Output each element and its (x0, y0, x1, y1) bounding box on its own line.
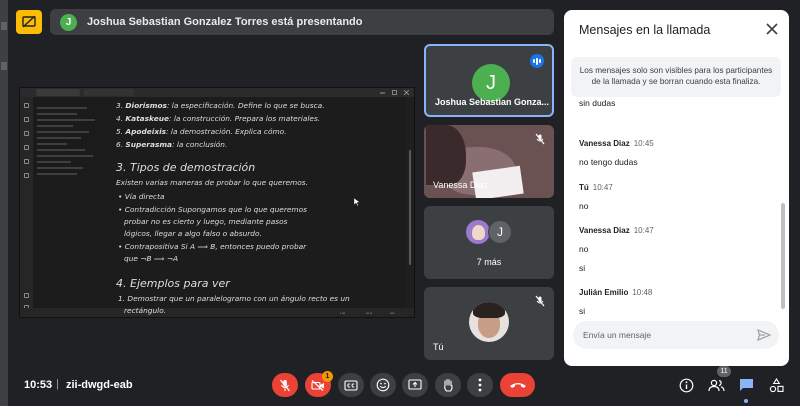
chat-title: Mensajes en la llamada (579, 23, 711, 37)
info-icon (679, 378, 693, 392)
chat-panel: Mensajes en la llamada Los mensajes solo… (564, 10, 789, 366)
activities-icon (769, 377, 784, 392)
window-edge-strip (0, 0, 8, 406)
edge-mark (1, 22, 7, 30)
doc-bullet: que ¬B ⟹ ¬A (124, 254, 179, 263)
participant-tile-more[interactable]: J 7 más (424, 206, 554, 279)
chat-messages: sin dudas Vanessa Diaz 10:45 no tengo dud… (564, 100, 782, 321)
doc-bullet: • Contrapositiva Si A ⟹ B, entonces pued… (118, 242, 307, 251)
captions-button[interactable] (338, 373, 364, 397)
chat-message-input[interactable] (573, 321, 779, 349)
participant-avatar (469, 302, 509, 342)
doc-bullet: • Vía directa (118, 192, 165, 201)
chat-notice: Los mensajes solo son visibles para los … (571, 57, 781, 97)
chat-message: Julián Emilio 10:48 si (579, 288, 653, 316)
mic-off-icon (535, 295, 545, 307)
doc-bullet: lógicos, llegar a algo falso o absurdo. (124, 229, 262, 238)
chat-icon (739, 379, 753, 391)
shared-tab (36, 89, 80, 96)
edge-mark (1, 62, 7, 70)
more-options-button[interactable] (467, 373, 493, 397)
doc-paragraph: 1. Demostrar que un paralelogramo con un… (118, 294, 350, 303)
reactions-button[interactable] (370, 373, 396, 397)
chat-message-partial: sin dudas (579, 100, 616, 108)
chat-message: Vanessa Diaz 10:45 no tengo dudas (579, 139, 654, 167)
shared-tab (84, 89, 134, 96)
meeting-info-separator: | (56, 378, 59, 390)
presenting-text: Joshua Sebastian Gonzalez Torres está pr… (87, 16, 363, 28)
doc-paragraph: Existen varias maneras de probar lo que … (116, 178, 308, 187)
more-vert-icon (478, 378, 482, 392)
participant-count-badge: 11 (717, 366, 731, 377)
chat-active-indicator (744, 399, 748, 403)
participant-name: Tú (433, 342, 444, 352)
raise-hand-button[interactable] (435, 373, 461, 397)
minimize-icon (380, 92, 385, 94)
hang-up-icon (509, 383, 526, 388)
present-screen-icon (408, 379, 422, 390)
shared-doc-scrollbar (409, 150, 411, 265)
chat-message: Vanessa Diaz 10:47 no si (579, 226, 654, 273)
shared-screen[interactable]: ▪ ▪▪▪ ▪▪▪ ▪▪ ▪▪▪▪ 3. Diorismos: la especif… (19, 87, 415, 318)
shared-app-rail (20, 97, 33, 317)
leave-call-button[interactable] (500, 373, 535, 397)
close-window-icon (404, 90, 409, 95)
captions-icon (344, 379, 358, 391)
doc-paragraph: rectángulo. (124, 306, 167, 315)
doc-bullet: • Contradicción Supongamos que lo que qu… (118, 205, 307, 214)
chat-button[interactable] (736, 375, 756, 395)
stop-presenting-button[interactable] (16, 10, 42, 34)
participant-avatar (466, 220, 490, 244)
microphone-toggle-button[interactable] (272, 373, 298, 397)
doc-list-item: 5. Apodeixis: la demostración. Explica c… (116, 127, 287, 136)
chat-message: Tú 10:47 no (579, 183, 613, 211)
doc-list-item: 4. Kataskeue: la construcción. Prepara l… (116, 114, 321, 123)
camera-off-icon (311, 379, 324, 391)
activities-button[interactable] (766, 375, 786, 395)
doc-list-item: 3. Diorismos: la especificación. Define … (116, 101, 325, 110)
send-icon[interactable] (757, 329, 771, 341)
participant-tile-vanessa[interactable]: Vanessa Diaz (424, 125, 554, 198)
mouse-cursor-icon (354, 198, 360, 206)
people-button[interactable] (706, 375, 726, 395)
meeting-code: zii-dwgd-eab (66, 379, 133, 391)
emoji-icon (376, 378, 390, 392)
doc-heading: 3. Tipos de demostración (116, 161, 256, 174)
maximize-icon (392, 90, 397, 95)
shared-doc-statusbar: ▪ ▪▪▪ ▪▪▪ ▪▪ ▪▪▪▪ (20, 308, 414, 317)
doc-heading: 4. Ejemplos para ver (116, 277, 230, 290)
participant-name: Joshua Sebastian Gonza... (435, 97, 550, 107)
speaking-indicator-icon (530, 54, 544, 68)
doc-bullet: probar no es cierto y luego, mediante pa… (124, 217, 288, 226)
doc-list-item: 6. Superasma: la conclusión. (116, 140, 228, 149)
people-icon (707, 379, 725, 391)
participant-name: Vanessa Diaz (433, 180, 488, 190)
participant-tile-self[interactable]: Tú (424, 287, 554, 360)
more-participants-label: 7 más (476, 257, 502, 267)
shared-doc-sidebar (33, 97, 110, 317)
participant-tile-presenter[interactable]: J Joshua Sebastian Gonza... (424, 44, 554, 117)
chat-scrollbar[interactable] (781, 203, 785, 309)
presenter-avatar: J (60, 13, 77, 31)
meeting-details-button[interactable] (676, 375, 696, 395)
mic-off-icon (279, 379, 291, 391)
mic-off-icon (535, 133, 545, 145)
clock-time: 10:53 (24, 379, 53, 391)
hand-icon (444, 378, 453, 392)
presenting-banner: J Joshua Sebastian Gonzalez Torres está … (50, 9, 554, 35)
participant-avatar: J (488, 220, 512, 244)
shared-window-titlebar (20, 88, 414, 97)
present-screen-button[interactable] (402, 373, 428, 397)
camera-warning-badge: 1 (322, 371, 333, 382)
close-icon[interactable] (765, 22, 779, 36)
present-off-icon (22, 16, 36, 28)
